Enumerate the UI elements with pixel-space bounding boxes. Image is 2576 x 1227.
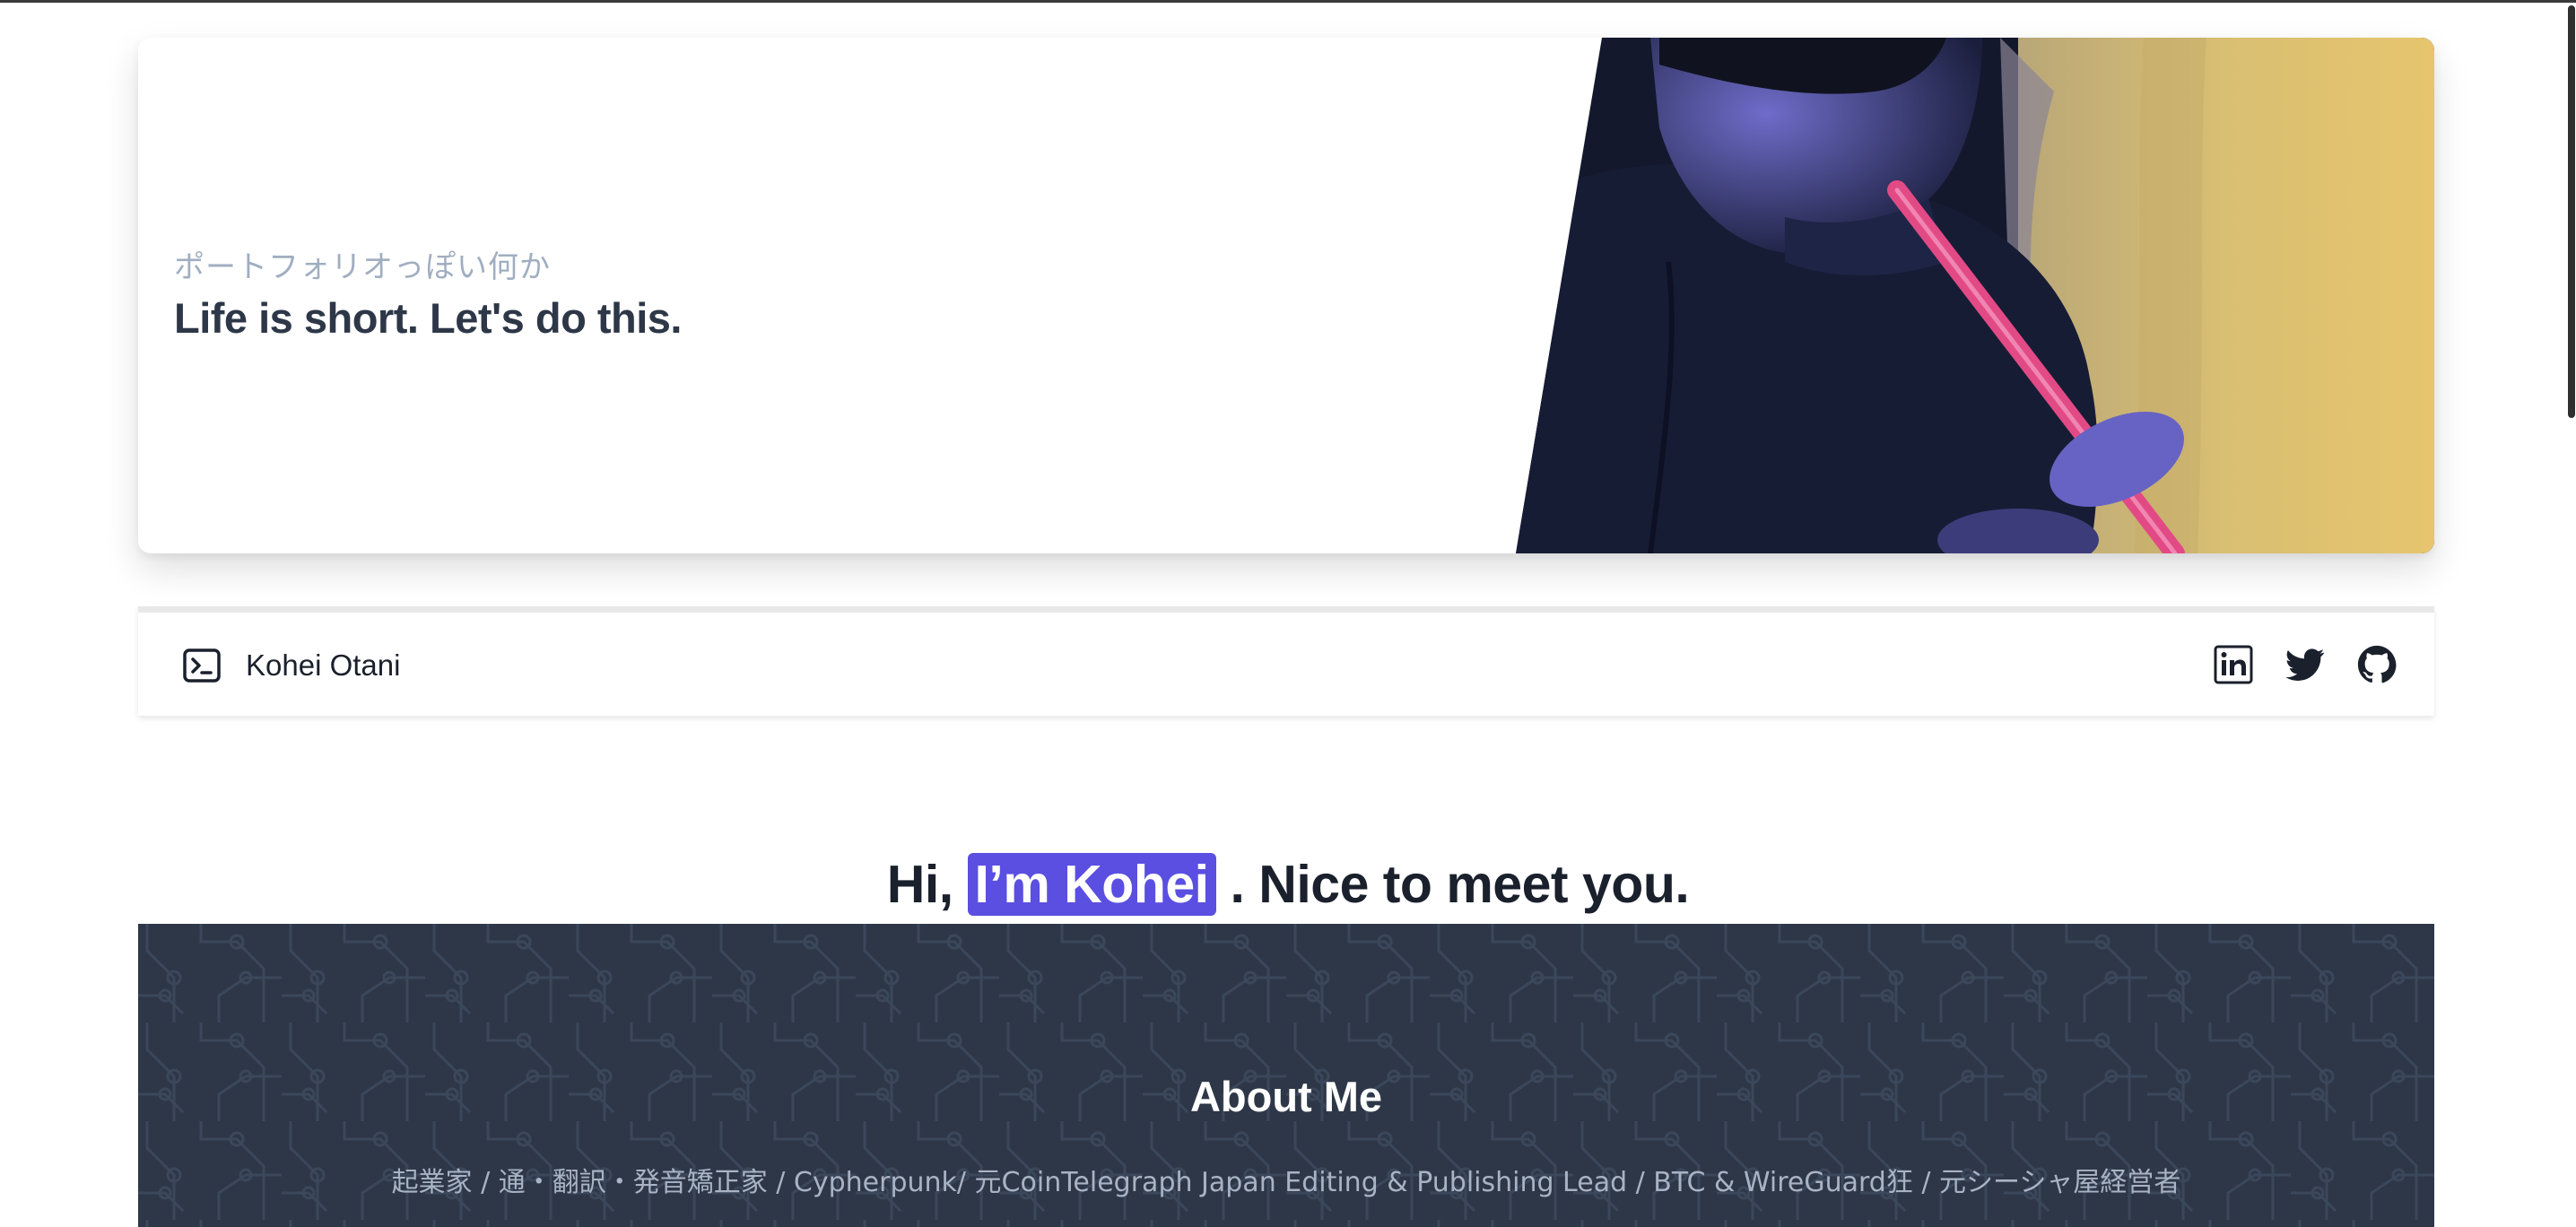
intro-greeting: Hi,: [886, 855, 953, 914]
hero-photo: [1516, 38, 2434, 553]
social-links: [2214, 645, 2397, 684]
intro-heading: Hi, I’m Kohei . Nice to meet you.: [0, 853, 2576, 916]
about-section: About Me 起業家 / 通・翻訳・発音矯正家 / Cypherpunk/ …: [138, 924, 2434, 1227]
about-title: About Me: [1189, 1073, 1383, 1120]
intro-name-highlight: I’m Kohei: [967, 853, 1216, 916]
brand-link[interactable]: Kohei Otani: [183, 648, 400, 683]
terminal-icon: [183, 648, 221, 683]
about-description: 起業家 / 通・翻訳・発音矯正家 / Cypherpunk/ 元CoinTele…: [391, 1167, 2181, 1198]
twitter-icon[interactable]: [2285, 645, 2325, 684]
top-navbar: Kohei Otani: [138, 606, 2434, 716]
github-icon[interactable]: [2357, 645, 2397, 684]
hero-card: ポートフォリオっぽい何か Life is short. Let's do thi…: [138, 38, 2434, 553]
brand-name: Kohei Otani: [246, 648, 401, 682]
window-top-border: [0, 0, 2576, 3]
hero-subtitle: ポートフォリオっぽい何か: [174, 249, 551, 285]
page-scrollbar[interactable]: [2567, 0, 2576, 1227]
linkedin-icon[interactable]: [2214, 645, 2253, 684]
scrollbar-thumb[interactable]: [2568, 5, 2575, 418]
hero-title: Life is short. Let's do this.: [174, 294, 682, 342]
hero-text: ポートフォリオっぽい何か Life is short. Let's do thi…: [174, 242, 682, 343]
intro-rest: . Nice to meet you.: [1230, 855, 1690, 914]
